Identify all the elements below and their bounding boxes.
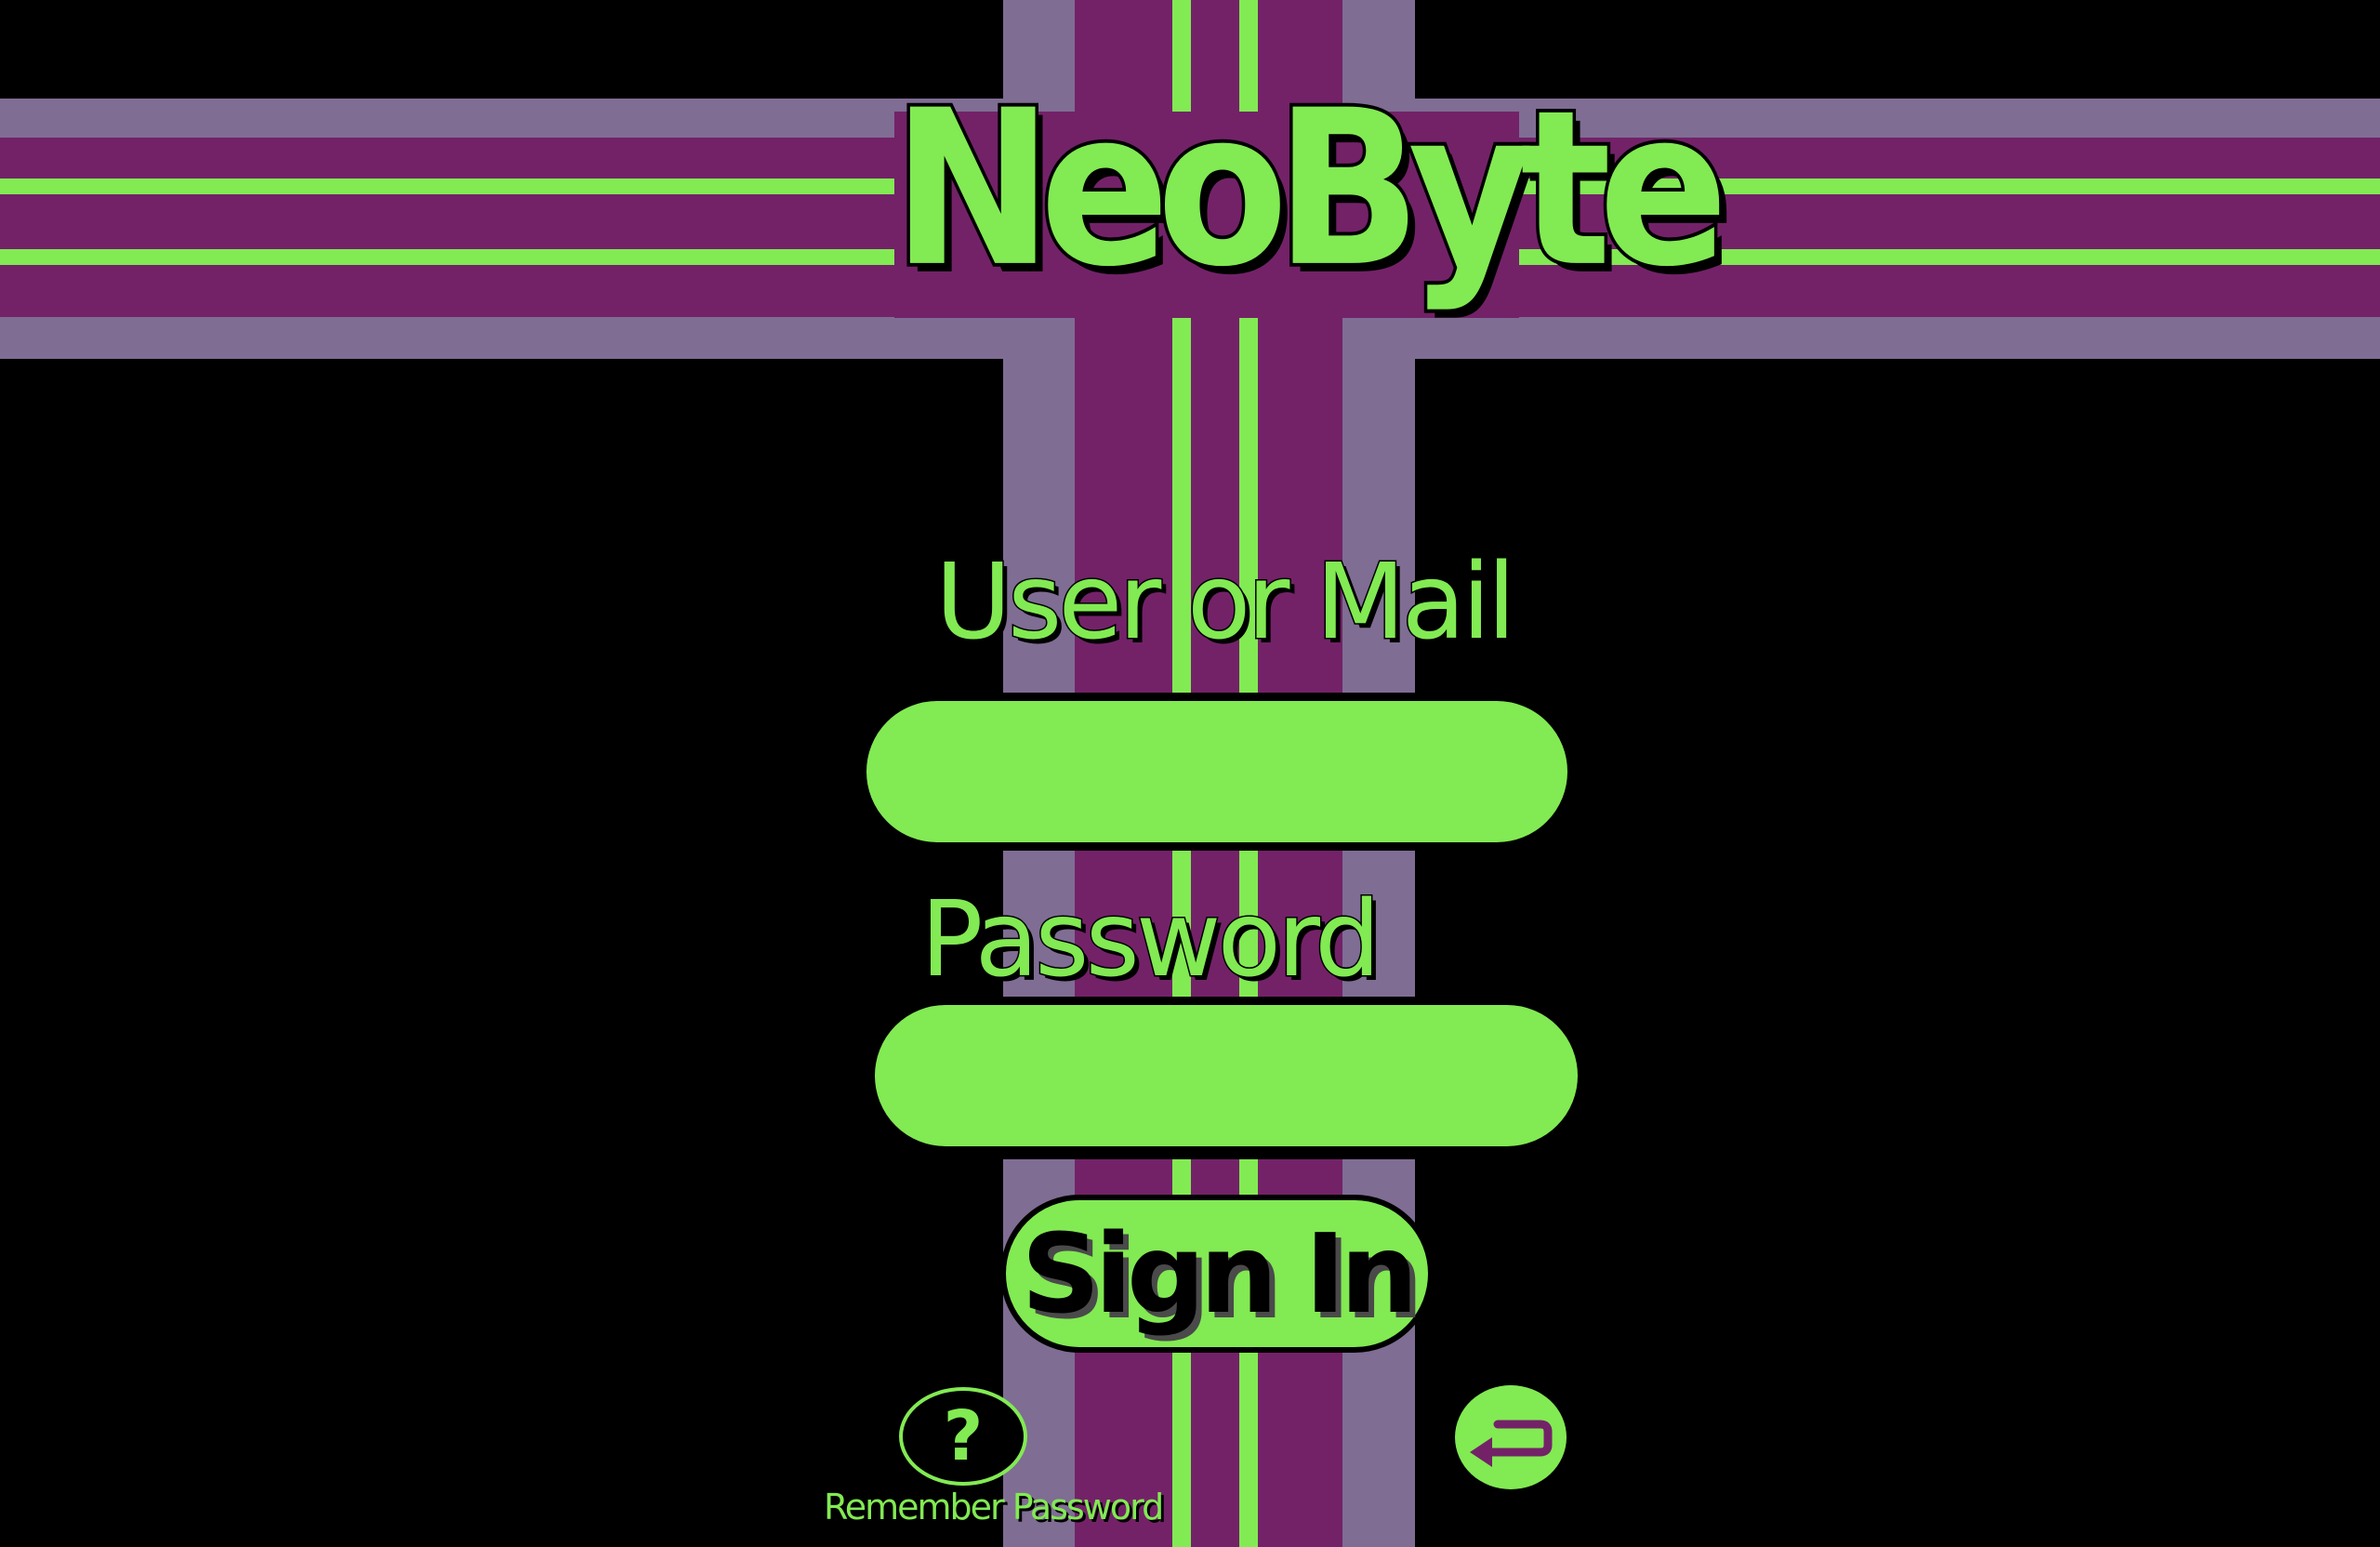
password-label: Password (919, 879, 1382, 1000)
back-button[interactable] (1455, 1385, 1567, 1489)
return-arrow-icon (1470, 1420, 1553, 1467)
sign-in-button-label: Sign In (1021, 1210, 1419, 1338)
remember-password-button[interactable]: ? (899, 1387, 1027, 1486)
remember-password-link[interactable]: Remember Password (824, 1489, 1164, 1525)
app-logo: NeoByte (890, 63, 1732, 314)
sign-in-button[interactable]: Sign In (1000, 1195, 1434, 1353)
user-or-mail-label: User or Mail (934, 542, 1518, 663)
login-screen: NeoByte User or Mail Password Sign In ? … (0, 0, 2380, 1547)
password-input[interactable] (871, 1001, 1581, 1150)
user-or-mail-input[interactable] (863, 697, 1571, 846)
question-mark-icon: ? (943, 1396, 984, 1476)
